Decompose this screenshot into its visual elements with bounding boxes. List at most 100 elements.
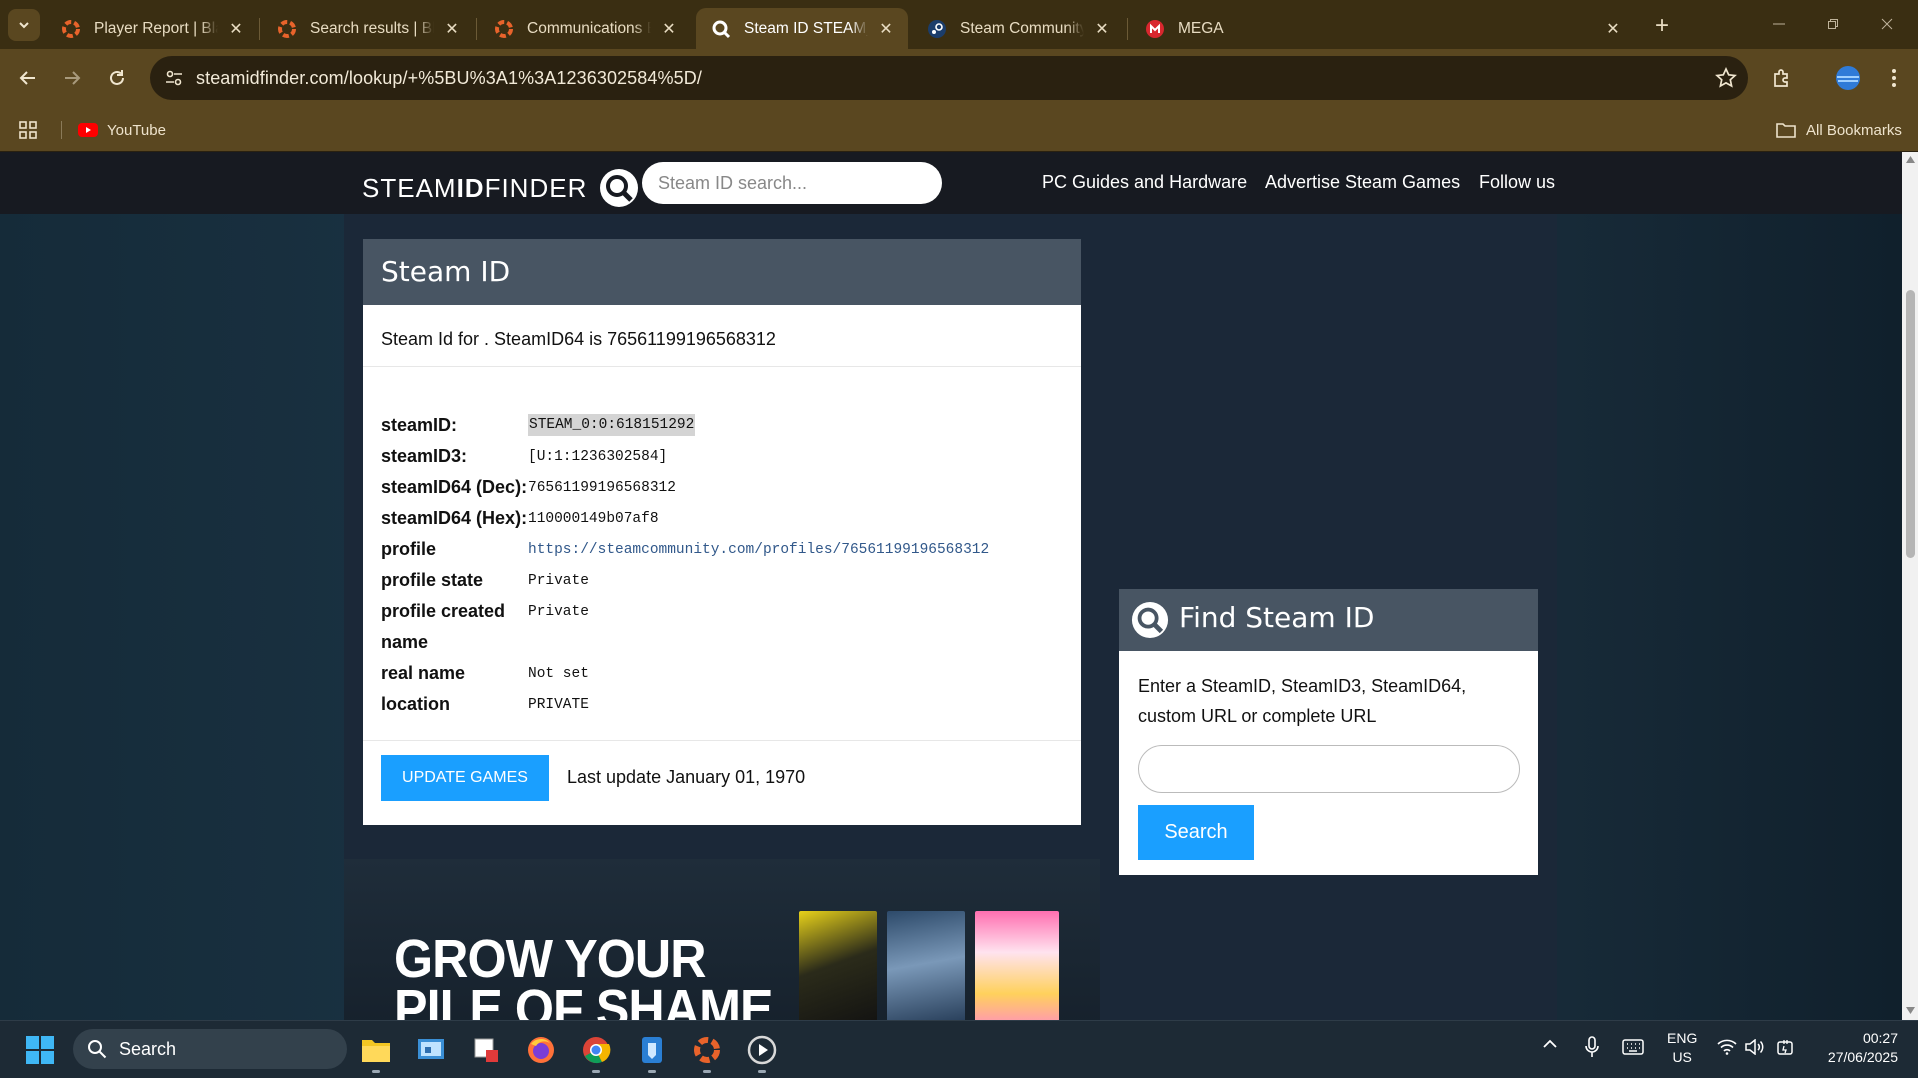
bookmark-label: YouTube bbox=[107, 121, 166, 139]
language-indicator[interactable]: ENG US bbox=[1667, 1029, 1697, 1067]
extensions-button[interactable] bbox=[1762, 58, 1802, 98]
bookmark-youtube[interactable]: YouTube bbox=[78, 115, 166, 145]
browser-toolbar: steamidfinder.com/lookup/+%5BU%3A1%3A123… bbox=[0, 49, 1918, 107]
firefox-icon[interactable] bbox=[521, 1030, 561, 1070]
close-icon[interactable]: ✕ bbox=[1603, 19, 1623, 39]
value-steamid64-hex[interactable]: 110000149b07af8 bbox=[528, 511, 659, 527]
blackwonder-app-icon[interactable] bbox=[687, 1030, 727, 1073]
search-button[interactable]: Search bbox=[1138, 805, 1254, 860]
file-explorer-icon[interactable] bbox=[356, 1030, 396, 1073]
url-text[interactable]: steamidfinder.com/lookup/+%5BU%3A1%3A123… bbox=[196, 68, 702, 89]
bookmarks-bar: YouTube All Bookmarks bbox=[0, 107, 1918, 152]
youtube-icon bbox=[78, 123, 98, 137]
value-steamid[interactable]: STEAM_0:0:618151292 bbox=[528, 414, 696, 436]
label-steamid3: steamID3: bbox=[381, 446, 468, 466]
wifi-icon[interactable] bbox=[1717, 1039, 1737, 1055]
steamidfinder-icon bbox=[710, 18, 732, 40]
chevron-down-icon bbox=[19, 22, 29, 29]
page-viewport: STEAMIDFINDER PC Guides and Hardware Adv… bbox=[0, 152, 1902, 1020]
site-logo[interactable]: STEAM ID FINDER bbox=[362, 168, 639, 208]
close-icon[interactable]: ✕ bbox=[659, 19, 679, 39]
start-button[interactable] bbox=[20, 1030, 60, 1070]
find-header: Find Steam ID bbox=[1119, 589, 1538, 651]
profile-avatar[interactable] bbox=[1828, 58, 1868, 98]
page-scrollbar[interactable] bbox=[1902, 152, 1918, 1020]
address-bar[interactable]: steamidfinder.com/lookup/+%5BU%3A1%3A123… bbox=[150, 56, 1748, 100]
value-steamid64-dec[interactable]: 76561199196568312 bbox=[528, 480, 676, 496]
battery-icon[interactable] bbox=[1776, 1037, 1796, 1057]
new-tab-button[interactable]: + bbox=[1647, 11, 1677, 41]
nav-pc-guides[interactable]: PC Guides and Hardware bbox=[1042, 172, 1247, 193]
windows-logo-icon bbox=[26, 1036, 54, 1064]
profile-link[interactable]: https://steamcommunity.com/profiles/7656… bbox=[528, 542, 989, 558]
tab-search-results[interactable]: Search results | BlackWonder ✕ bbox=[262, 8, 474, 50]
tab-player-report[interactable]: Player Report | BlackWonder ✕ bbox=[46, 8, 258, 50]
clock[interactable]: 00:27 27/06/2025 bbox=[1818, 1029, 1898, 1067]
steam-id-search-input[interactable] bbox=[642, 162, 942, 204]
media-player-icon[interactable] bbox=[742, 1030, 782, 1073]
minimize-button[interactable] bbox=[1752, 6, 1806, 42]
last-update-text: Last update January 01, 1970 bbox=[567, 767, 806, 787]
chrome-icon[interactable] bbox=[576, 1030, 616, 1073]
update-games-button[interactable]: UPDATE GAMES bbox=[381, 755, 549, 801]
taskbar-search[interactable]: Search bbox=[73, 1029, 347, 1069]
find-steam-id-widget: Find Steam ID Enter a SteamID, SteamID3,… bbox=[1119, 589, 1538, 875]
app-icon[interactable] bbox=[632, 1030, 672, 1073]
value-real-name: Not set bbox=[528, 666, 589, 682]
close-icon[interactable]: ✕ bbox=[226, 19, 246, 39]
value-profile-created: Private bbox=[528, 604, 589, 620]
blackwonder-icon bbox=[493, 18, 515, 40]
all-bookmarks[interactable]: All Bookmarks bbox=[1776, 115, 1902, 145]
magnifier-logo-icon bbox=[600, 169, 639, 207]
scroll-down-icon bbox=[1906, 1007, 1915, 1014]
label-steamid64-hex: steamID64 (Hex): bbox=[381, 508, 528, 528]
snipping-tool-icon[interactable] bbox=[466, 1030, 506, 1070]
menu-button[interactable] bbox=[1874, 58, 1914, 98]
close-window-button[interactable] bbox=[1860, 6, 1914, 42]
value-steamid3[interactable]: [U:1:1236302584] bbox=[528, 449, 667, 465]
keyboard-icon[interactable] bbox=[1622, 1039, 1644, 1055]
reload-button[interactable] bbox=[97, 58, 137, 98]
scrollbar-thumb[interactable] bbox=[1906, 290, 1915, 558]
close-icon[interactable]: ✕ bbox=[442, 19, 462, 39]
arrow-right-icon bbox=[65, 71, 81, 85]
puzzle-icon bbox=[1774, 69, 1788, 87]
tab-mega[interactable]: MEGA ✕ bbox=[1130, 8, 1635, 50]
apps-icon[interactable] bbox=[18, 115, 38, 145]
control-panel-icon[interactable] bbox=[411, 1030, 451, 1070]
search-icon bbox=[88, 1040, 107, 1059]
label-profile-created: profile created bbox=[381, 601, 506, 621]
nav-follow-us[interactable]: Follow us bbox=[1479, 172, 1555, 193]
forward-button[interactable] bbox=[52, 58, 92, 98]
game-cover-image bbox=[975, 911, 1059, 1020]
volume-icon[interactable] bbox=[1745, 1039, 1765, 1055]
taskbar-search-label: Search bbox=[119, 1038, 177, 1059]
microphone-icon[interactable] bbox=[1584, 1036, 1600, 1058]
blackwonder-icon bbox=[276, 18, 298, 40]
close-icon[interactable]: ✕ bbox=[876, 19, 896, 39]
back-button[interactable] bbox=[8, 58, 48, 98]
nav-advertise[interactable]: Advertise Steam Games bbox=[1265, 172, 1460, 193]
banner-headline: GROW YOUR PILE OF SHAME bbox=[394, 929, 773, 1020]
promo-banner[interactable]: GROW YOUR PILE OF SHAME bbox=[344, 859, 1100, 1020]
tab-search-button[interactable] bbox=[8, 9, 40, 41]
star-icon[interactable] bbox=[1715, 67, 1737, 89]
show-hidden-icons[interactable] bbox=[1542, 1039, 1558, 1049]
tab-steam-id[interactable]: Steam ID STEAM_0:0:618151292 ✕ bbox=[696, 8, 908, 50]
blackwonder-icon bbox=[60, 18, 82, 40]
restore-button[interactable] bbox=[1806, 6, 1860, 42]
tab-title: Search results | BlackWonder bbox=[310, 20, 434, 37]
find-description: Enter a SteamID, SteamID3, SteamID64, cu… bbox=[1138, 676, 1467, 726]
divider bbox=[363, 740, 1081, 741]
tab-communications-block-list[interactable]: Communications Block List ✕ bbox=[479, 8, 691, 50]
steam-icon bbox=[926, 18, 948, 40]
find-steam-id-input[interactable] bbox=[1138, 745, 1520, 793]
close-icon[interactable]: ✕ bbox=[1092, 19, 1112, 39]
site-info-icon[interactable] bbox=[164, 68, 184, 88]
value-location: PRIVATE bbox=[528, 697, 589, 713]
game-cover-image bbox=[799, 911, 877, 1020]
mega-icon bbox=[1144, 18, 1166, 40]
steam-id-card: Steam ID Steam Id for . SteamID64 is 765… bbox=[363, 239, 1081, 825]
tab-steam-community[interactable]: Steam Community :: точка ✕ bbox=[912, 8, 1124, 50]
arrow-left-icon bbox=[19, 71, 35, 85]
